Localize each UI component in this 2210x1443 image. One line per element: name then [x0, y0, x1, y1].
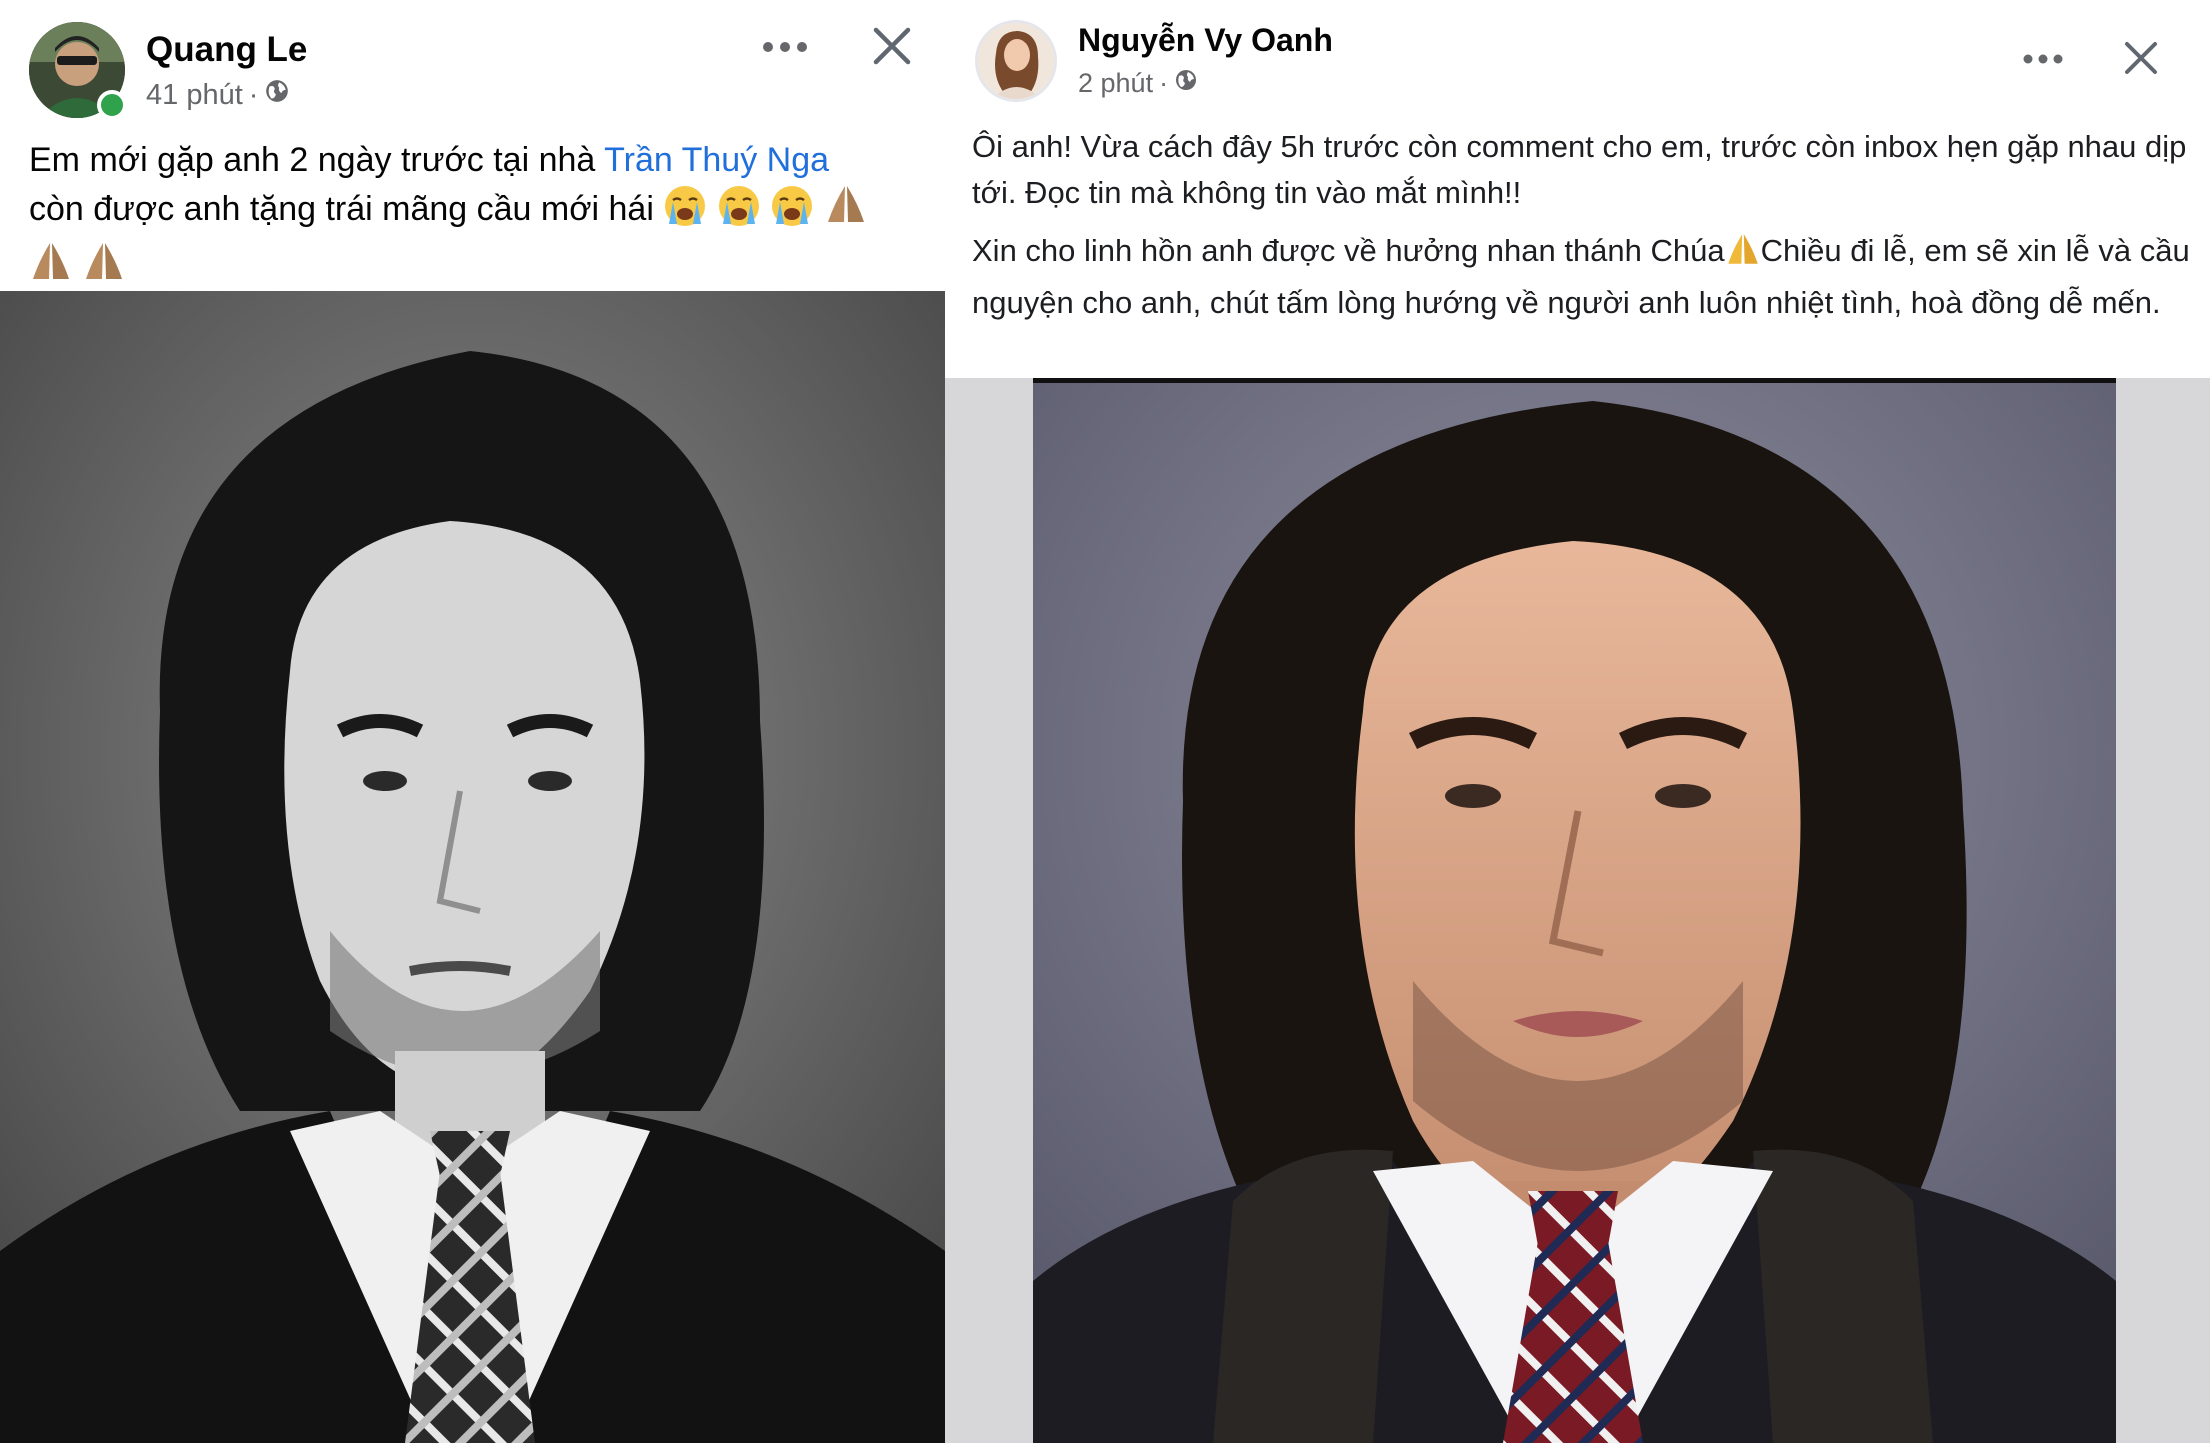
loudly-crying-face-icon [663, 184, 707, 239]
meta-separator: · [1159, 68, 1169, 98]
more-horizontal-icon [762, 40, 808, 58]
folded-hands-icon [82, 239, 126, 294]
author-name[interactable]: Quang Le [146, 30, 307, 70]
folded-hands-icon [29, 239, 73, 294]
photo-top-border [1033, 378, 2116, 383]
folded-hands-icon [824, 182, 868, 237]
post-text-part: Xin cho linh hồn anh được về hưởng nhan … [972, 233, 1725, 268]
post-text-part: Em mới gặp anh 2 ngày trước tại nhà [29, 141, 605, 179]
post-time[interactable]: 41 phút [146, 79, 243, 112]
mention-link[interactable]: Trần Thuý Nga [604, 141, 829, 179]
loudly-crying-face-icon [770, 184, 814, 239]
post-photo[interactable] [1033, 381, 2116, 1443]
post-text-part: còn được anh tặng trái mãng cầu mới hái [29, 190, 664, 228]
loudly-crying-face-icon [717, 184, 761, 239]
folded-hands-icon [1725, 231, 1761, 280]
more-options-button[interactable] [752, 24, 818, 74]
post-quang-le: Quang Le 41 phút · Em mới gặp anh 2 ngày… [0, 0, 945, 1443]
more-options-button[interactable] [2011, 36, 2075, 84]
post-photo[interactable] [0, 291, 945, 1443]
online-status-dot [97, 90, 127, 120]
more-horizontal-icon [2023, 51, 2063, 69]
close-icon [2124, 41, 2158, 80]
avatar[interactable] [975, 20, 1057, 102]
post-paragraph: Xin cho linh hồn anh được về hưởng nhan … [972, 228, 2197, 326]
close-icon [873, 27, 911, 70]
close-button[interactable] [862, 18, 922, 78]
post-nguyen-vy-oanh: Nguyễn Vy Oanh 2 phút · Ôi anh! Vừa cách… [945, 0, 2210, 1443]
post-text: Ôi anh! Vừa cách đây 5h trước còn commen… [972, 124, 2197, 326]
post-text: Em mới gặp anh 2 ngày trước tại nhà Trần… [29, 138, 929, 294]
close-button[interactable] [2111, 30, 2171, 90]
author-name[interactable]: Nguyễn Vy Oanh [1078, 22, 1333, 59]
globe-icon [264, 78, 290, 112]
post-time[interactable]: 2 phút [1078, 68, 1153, 99]
post-meta: 2 phút · [1078, 68, 1198, 99]
post-paragraph: Ôi anh! Vừa cách đây 5h trước còn commen… [972, 129, 2187, 210]
meta-separator: · [248, 78, 259, 111]
post-meta: 41 phút · [146, 78, 290, 112]
globe-icon [1174, 68, 1198, 99]
